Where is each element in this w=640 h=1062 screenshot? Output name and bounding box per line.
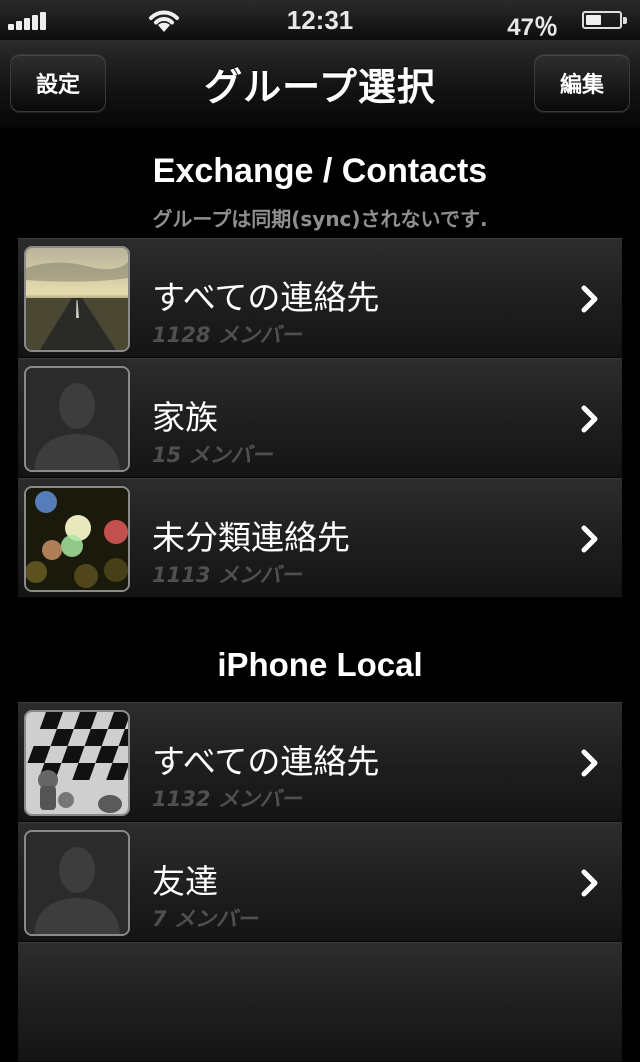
person-silhouette-icon <box>24 366 130 472</box>
chessboard-photo-thumbnail <box>24 710 130 816</box>
group-row-friends[interactable]: 友達 7 メンバー <box>18 822 622 942</box>
member-count: 7 メンバー <box>152 907 258 931</box>
edit-button[interactable]: 編集 <box>534 54 630 112</box>
member-count: 15 メンバー <box>152 443 273 467</box>
section-subtitle-sync-note: グループは同期(sync)されないです. <box>152 207 488 231</box>
chevron-right-icon <box>581 405 598 433</box>
group-name: 家族 <box>152 398 218 437</box>
road-photo-thumbnail <box>24 246 130 352</box>
group-row-family[interactable]: 家族 15 メンバー <box>18 358 622 478</box>
bokeh-lights-photo-thumbnail <box>24 486 130 592</box>
chevron-right-icon <box>581 525 598 553</box>
section-title-iphone-local: iPhone Local <box>217 646 423 683</box>
battery-percent: 47％ <box>507 14 558 41</box>
battery-icon <box>582 11 627 29</box>
chevron-right-icon <box>581 869 598 897</box>
group-list-exchange: すべての連絡先 1128 メンバー 家族 15 メンバー 未分類連絡先 1113… <box>18 238 622 598</box>
member-count: 1113 メンバー <box>152 563 302 587</box>
navigation-bar: 設定 グループ選択 編集 <box>0 40 640 129</box>
group-row-all-contacts[interactable]: すべての連絡先 1128 メンバー <box>18 238 622 358</box>
group-list-iphone-local: すべての連絡先 1132 メンバー 友達 7 メンバー <box>18 702 622 1062</box>
member-count: 1132 メンバー <box>152 787 302 811</box>
section-title-exchange: Exchange / Contacts <box>152 152 488 190</box>
group-row-uncategorized[interactable]: 未分類連絡先 1113 メンバー <box>18 478 622 598</box>
chevron-right-icon <box>581 749 598 777</box>
member-count: 1128 メンバー <box>152 323 302 347</box>
group-name: 友達 <box>152 862 218 901</box>
group-name: 未分類連絡先 <box>152 518 350 557</box>
person-silhouette-icon <box>24 830 130 936</box>
group-row-all-contacts-local[interactable]: すべての連絡先 1132 メンバー <box>18 702 622 822</box>
chevron-right-icon <box>581 285 598 313</box>
group-name: すべての連絡先 <box>152 742 380 781</box>
status-bar: 12:31 47％ <box>0 0 640 41</box>
group-row-partial[interactable] <box>18 942 622 1062</box>
group-name: すべての連絡先 <box>152 278 380 317</box>
